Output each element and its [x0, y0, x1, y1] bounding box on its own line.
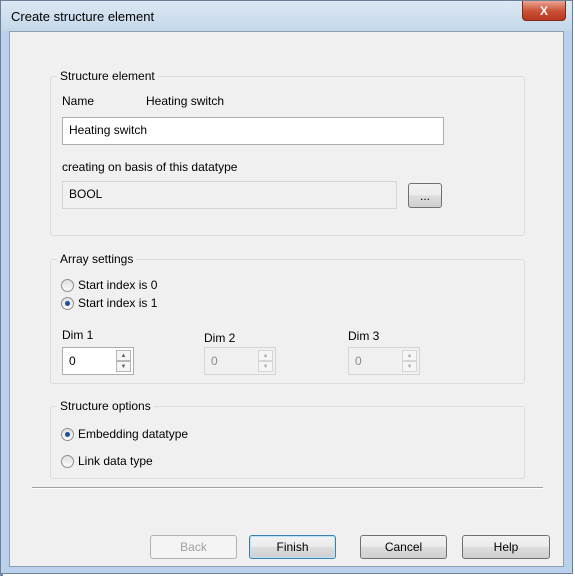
dim-3-up-icon: ▲ — [402, 350, 417, 361]
dim-3-spinner: 0 ▲ ▼ — [348, 347, 420, 375]
start-index-1-radio[interactable] — [61, 297, 74, 310]
help-label: Help — [493, 540, 519, 554]
cancel-button[interactable]: Cancel — [360, 535, 447, 559]
dim-1-up-icon[interactable]: ▲ — [116, 350, 131, 361]
dim-1-down-icon[interactable]: ▼ — [116, 361, 131, 372]
dim-1-label: Dim 1 — [62, 328, 94, 342]
datatype-field: BOOL — [62, 181, 397, 209]
link-data-type-label[interactable]: Link data type — [78, 454, 153, 468]
name-label: Name — [62, 94, 95, 108]
embedding-datatype-radio[interactable] — [61, 428, 74, 441]
start-index-1-label[interactable]: Start index is 1 — [78, 296, 157, 310]
name-input-value: Heating switch — [69, 123, 148, 137]
back-button[interactable]: Back — [150, 535, 237, 559]
datatype-label: creating on basis of this datatype — [62, 160, 238, 174]
start-index-0-label[interactable]: Start index is 0 — [78, 278, 157, 292]
browse-datatype-button[interactable]: ... — [408, 183, 442, 208]
finish-label: Finish — [276, 540, 309, 554]
structure-element-legend: Structure element — [57, 69, 158, 83]
dim-2-spinner: 0 ▲ ▼ — [204, 347, 276, 375]
structure-options-legend: Structure options — [57, 399, 154, 413]
dim-3-down-icon: ▼ — [402, 361, 417, 372]
close-icon: X — [539, 3, 548, 18]
structure-element-group: Structure element Name Heating switch He… — [50, 69, 525, 236]
dialog-window: Create structure element X Structure ele… — [0, 0, 573, 574]
button-separator — [32, 487, 543, 489]
embedding-datatype-label[interactable]: Embedding datatype — [78, 427, 188, 441]
name-input[interactable]: Heating switch — [62, 117, 444, 145]
dim-2-up-icon: ▲ — [258, 350, 273, 361]
datatype-value: BOOL — [69, 187, 103, 201]
name-value: Heating switch — [146, 94, 225, 108]
dim-2-value: 0 — [211, 354, 218, 368]
back-label: Back — [180, 540, 207, 554]
finish-button[interactable]: Finish — [249, 535, 336, 559]
array-settings-group: Array settings Start index is 0 Start in… — [50, 252, 525, 384]
window-title: Create structure element — [11, 9, 155, 24]
title-bar[interactable]: Create structure element X — [1, 1, 572, 31]
structure-options-group: Structure options Embedding datatype Lin… — [50, 399, 525, 479]
close-button[interactable]: X — [522, 1, 566, 21]
start-index-0-radio[interactable] — [61, 279, 74, 292]
dialog-client-area: Structure element Name Heating switch He… — [9, 31, 564, 567]
dim-1-spinner[interactable]: 0 ▲ ▼ — [62, 347, 134, 375]
link-data-type-radio[interactable] — [61, 455, 74, 468]
array-settings-legend: Array settings — [57, 252, 137, 266]
browse-label: ... — [419, 188, 430, 203]
help-button[interactable]: Help — [462, 535, 550, 559]
dim-2-down-icon: ▼ — [258, 361, 273, 372]
dim-2-label: Dim 2 — [204, 331, 236, 345]
dim-1-value: 0 — [69, 354, 76, 368]
cancel-label: Cancel — [384, 540, 423, 554]
dim-3-label: Dim 3 — [348, 329, 380, 343]
dim-3-value: 0 — [355, 354, 362, 368]
